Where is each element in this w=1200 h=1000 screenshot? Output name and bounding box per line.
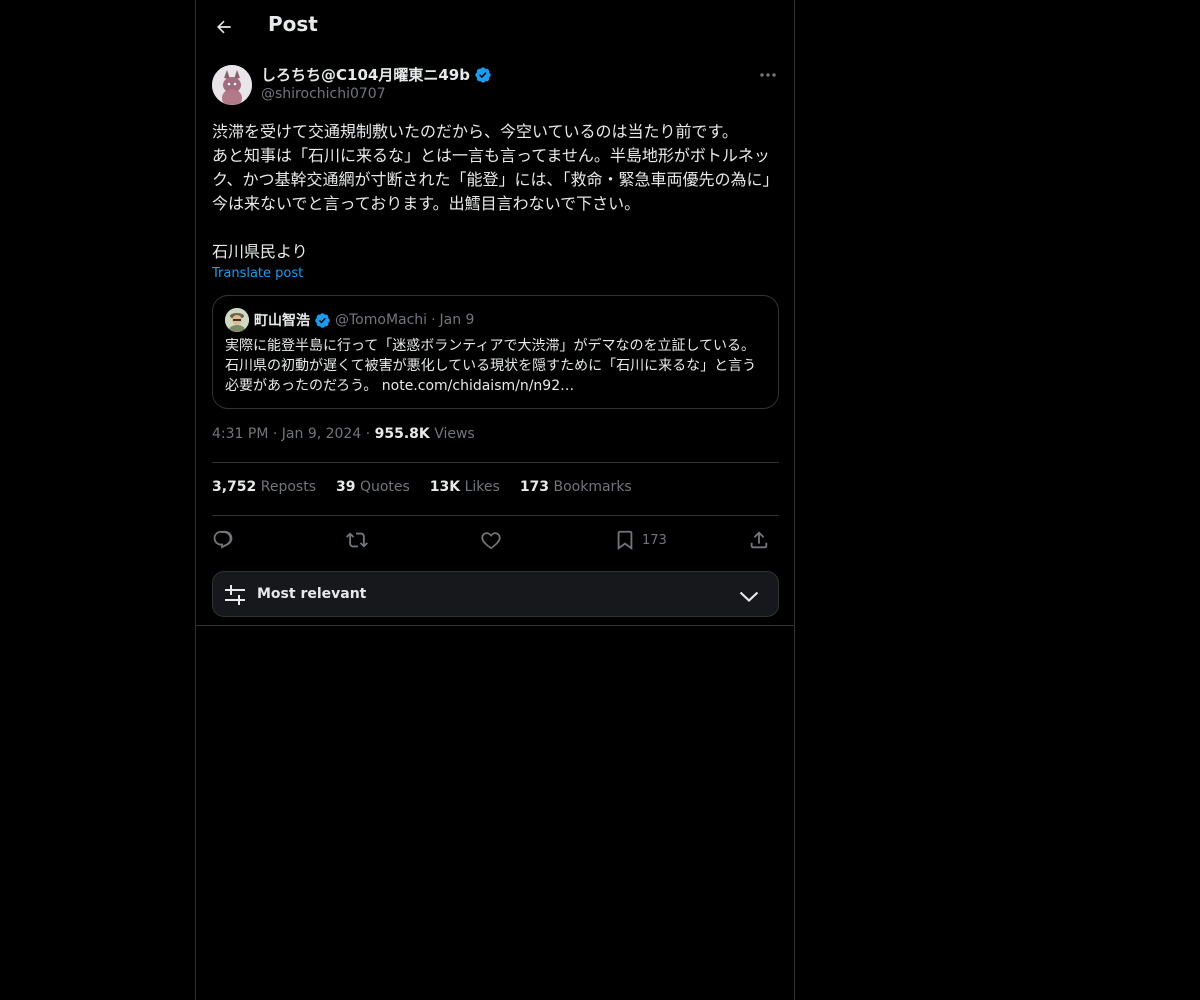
page-title: Post bbox=[268, 12, 318, 36]
author-name[interactable]: しろちち@C104月曜東ニ49b bbox=[261, 64, 492, 85]
post-stats: 3,752 Reposts 39 Quotes 13K Likes 173 Bo… bbox=[212, 479, 632, 495]
quotes-label: Quotes bbox=[359, 479, 410, 495]
share-icon bbox=[750, 531, 768, 549]
verified-badge-icon bbox=[475, 66, 491, 83]
main-column: Post しろちち@C104月曜東ニ49b @shirochichi0707 渋… bbox=[195, 0, 795, 1000]
bookmarks-count: 173 bbox=[519, 479, 550, 495]
bookmarks-label: Bookmarks bbox=[553, 479, 632, 495]
more-options-button[interactable] bbox=[756, 64, 780, 86]
reposts-stat[interactable]: 3,752 Reposts bbox=[212, 479, 316, 495]
chevron-down-icon bbox=[739, 591, 759, 603]
likes-count: 13K bbox=[429, 479, 461, 495]
repost-button[interactable] bbox=[346, 526, 368, 554]
author-avatar[interactable] bbox=[212, 65, 252, 105]
divider bbox=[212, 462, 779, 463]
back-button[interactable] bbox=[210, 13, 238, 41]
divider bbox=[196, 625, 794, 626]
likes-stat[interactable]: 13K Likes bbox=[430, 479, 500, 495]
header: Post bbox=[196, 0, 794, 54]
sort-label: Most relevant bbox=[257, 586, 367, 602]
bookmark-button[interactable]: 173 bbox=[614, 526, 667, 554]
post-time[interactable]: 4:31 PM bbox=[212, 426, 268, 442]
share-button[interactable] bbox=[748, 526, 770, 554]
quoted-author-handle: @TomoMachi bbox=[335, 312, 428, 328]
quoted-date: Jan 9 bbox=[439, 312, 475, 328]
sliders-icon bbox=[225, 585, 245, 605]
repost-icon bbox=[346, 532, 368, 548]
author-handle[interactable]: @shirochichi0707 bbox=[261, 86, 386, 102]
author-name-text: しろちち@C104月曜東ニ49b bbox=[261, 66, 470, 84]
post-date[interactable]: Jan 9, 2024 bbox=[282, 426, 361, 442]
quoted-separator: · bbox=[431, 312, 436, 328]
meta-separator: · bbox=[272, 426, 278, 442]
views-count: 955.8K bbox=[374, 426, 430, 442]
post-meta: 4:31 PM · Jan 9, 2024 · 955.8K Views bbox=[212, 426, 475, 442]
avatar-image bbox=[212, 65, 252, 105]
meta-separator: · bbox=[365, 426, 371, 442]
quotes-count: 39 bbox=[336, 479, 356, 495]
translate-post-link[interactable]: Translate post bbox=[212, 266, 303, 281]
quoted-avatar-image bbox=[225, 308, 249, 332]
reply-icon bbox=[213, 530, 233, 549]
like-button[interactable] bbox=[480, 526, 502, 554]
reply-button[interactable] bbox=[212, 526, 234, 554]
quoted-header: 町山智浩 @TomoMachi · Jan 9 bbox=[254, 310, 474, 330]
quoted-author-name: 町山智浩 bbox=[254, 313, 310, 329]
heart-icon bbox=[481, 532, 501, 550]
divider bbox=[212, 515, 779, 516]
bookmark-count: 173 bbox=[642, 532, 667, 548]
more-dots-icon bbox=[760, 73, 776, 77]
quoted-post[interactable]: 町山智浩 @TomoMachi · Jan 9 実際に能登半島に行って「迷惑ボラ… bbox=[212, 295, 779, 409]
quoted-text: 実際に能登半島に行って「迷惑ボランティアで大渋滞」がデマなのを立証している。石川… bbox=[225, 338, 757, 394]
verified-badge-icon bbox=[315, 312, 330, 328]
views-label: Views bbox=[434, 426, 475, 442]
reposts-count: 3,752 bbox=[212, 479, 257, 495]
post-text: 渋滞を受けて交通規制敷いたのだから、今空いているのは当たり前です。 あと知事は「… bbox=[212, 122, 779, 261]
bookmark-icon bbox=[617, 530, 633, 551]
reply-sort-dropdown[interactable]: Most relevant bbox=[212, 571, 779, 617]
arrow-left-icon bbox=[217, 20, 231, 34]
action-bar: 173 bbox=[212, 526, 779, 554]
reposts-label: Reposts bbox=[260, 479, 316, 495]
quoted-author-avatar bbox=[225, 308, 249, 332]
likes-label: Likes bbox=[464, 479, 500, 495]
bookmarks-stat[interactable]: 173 Bookmarks bbox=[520, 479, 632, 495]
quotes-stat[interactable]: 39 Quotes bbox=[336, 479, 410, 495]
